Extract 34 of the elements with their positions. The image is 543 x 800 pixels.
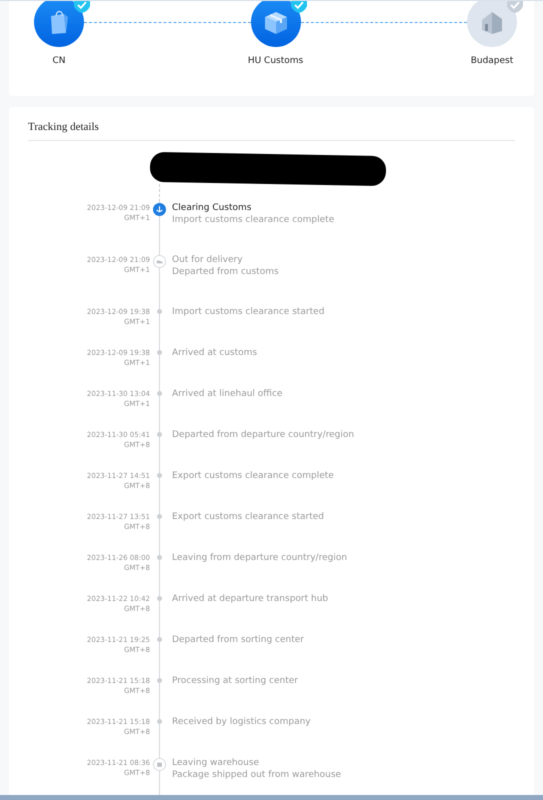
event-title: Received by logistics company: [172, 716, 312, 728]
event-title: Departed from sorting center: [172, 634, 305, 646]
event-title: Export customs clearance started: [172, 511, 325, 523]
event-detail: Departed from customs: [172, 266, 280, 278]
event-detail: Import customs clearance complete: [172, 214, 336, 226]
event-title: Arrived at customs: [172, 347, 258, 359]
truck-icon: [153, 255, 166, 268]
event-title: Import customs clearance started: [172, 306, 326, 318]
event-title: Leaving from departure country/region: [172, 552, 348, 564]
timeline-dot: [157, 309, 162, 314]
event-title: Export customs clearance complete: [172, 470, 335, 482]
event-title: Arrived at linehaul office: [172, 388, 284, 400]
stage-label: HU Customs: [248, 56, 304, 66]
timeline-dot: [157, 719, 162, 724]
event-title: Arrived at departure transport hub: [172, 593, 330, 605]
stage-label: CN: [52, 56, 66, 66]
stage-label: Budapest: [470, 56, 514, 66]
timeline-dot: [157, 473, 162, 478]
timeline-dot: [157, 678, 162, 683]
timeline-dot: [157, 432, 162, 437]
timeline-dot: [157, 514, 162, 519]
section-title: Tracking details: [28, 120, 100, 133]
event-title: Departed from departure country/region: [172, 429, 356, 441]
timeline-dot: [157, 555, 162, 560]
timeline-dot: [157, 350, 162, 355]
package-icon: [153, 758, 166, 771]
event-title: Leaving warehouse: [172, 757, 260, 769]
event-title: Clearing Customs: [172, 202, 252, 214]
timeline-dot: [157, 391, 162, 396]
event-title: Processing at sorting center: [172, 675, 299, 687]
event-detail: Package shipped out from warehouse: [172, 769, 342, 781]
timeline-dot: [157, 637, 162, 642]
timeline-dot: [157, 596, 162, 601]
event-title: Out for delivery: [172, 254, 244, 266]
